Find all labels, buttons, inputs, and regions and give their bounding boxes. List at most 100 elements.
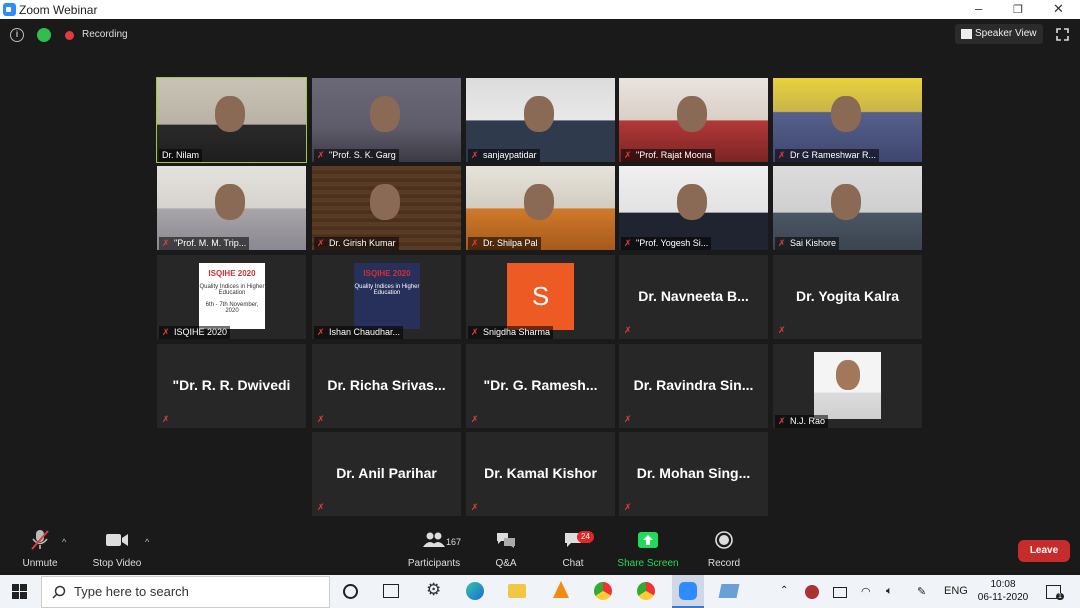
muted-mic-icon: ✗ — [471, 238, 479, 248]
participant-tile[interactable]: ✗ sanjaypatidar — [466, 78, 615, 162]
recording-label: Recording — [82, 29, 128, 40]
edge-browser-icon[interactable] — [466, 582, 484, 600]
participant-name: Dr G Rameshwar R... — [790, 150, 877, 160]
muted-mic-icon: ✗ — [471, 414, 479, 424]
volume-icon[interactable]: 🔈︎ — [886, 585, 893, 598]
participant-tile[interactable]: ✗ Sai Kishore — [773, 166, 922, 250]
participant-silhouette — [831, 184, 861, 220]
muted-mic-icon: ✗ — [778, 416, 786, 426]
participant-tile[interactable]: ✗ "Prof. S. K. Garg — [312, 78, 461, 162]
window-title: Zoom Webinar — [19, 3, 98, 17]
search-icon — [52, 585, 66, 599]
unmute-button[interactable]: Unmute — [0, 516, 80, 575]
participant-tile[interactable]: Dr. Richa Srivas... ✗ — [312, 344, 461, 428]
chat-button[interactable]: 24 Chat — [533, 516, 613, 575]
task-view-icon[interactable] — [383, 584, 399, 598]
restore-button[interactable]: ❐ — [1013, 3, 1023, 16]
participant-name: Sai Kishore — [790, 238, 837, 248]
meeting-area: i Recording Speaker View Dr. Nilam ✗ "Prof… — [0, 19, 1080, 575]
participant-tile[interactable]: ✗ "Prof. Rajat Moona — [619, 78, 768, 162]
qa-icon — [497, 533, 515, 548]
info-icon[interactable]: i — [10, 28, 24, 42]
speaker-view-button[interactable]: Speaker View — [955, 24, 1043, 44]
chat-badge: 24 — [577, 531, 594, 543]
taskbar-search-box[interactable]: Type here to search — [41, 576, 330, 608]
participant-tile[interactable]: Dr. Mohan Sing... ✗ — [619, 432, 768, 516]
participant-tile[interactable]: Dr. Anil Parihar ✗ — [312, 432, 461, 516]
meeting-toolbar: Unmute ^ Stop Video ^ 167 Participants Q… — [0, 516, 1080, 575]
avatar: S — [507, 263, 574, 330]
minimize-button[interactable]: – — [975, 1, 982, 16]
close-button[interactable]: ✕ — [1053, 1, 1064, 17]
participant-count: 167 — [446, 537, 462, 547]
participant-name-bar: ✗ "Prof. Rajat Moona — [621, 149, 715, 162]
leave-button[interactable]: Leave — [1018, 540, 1070, 562]
security-shield-icon[interactable] — [37, 28, 51, 42]
windows-start-icon[interactable] — [12, 584, 27, 599]
record-button[interactable]: Record — [684, 516, 764, 575]
participant-name: "Dr. G. Ramesh... — [483, 377, 598, 393]
muted-mic-icon: ✗ — [471, 502, 479, 512]
participant-name-bar: ✗ Dr G Rameshwar R... — [775, 149, 880, 162]
participants-icon — [423, 532, 445, 547]
muted-mic-icon: ✗ — [624, 502, 632, 512]
participant-tile[interactable]: Dr. Nilam — [156, 77, 307, 163]
muted-mic-icon: ✗ — [162, 327, 170, 337]
speaker-view-icon — [961, 29, 972, 39]
muted-mic-icon: ✗ — [317, 327, 325, 337]
participant-tile[interactable]: ✗ N.J. Rao — [773, 344, 922, 428]
file-explorer-icon[interactable] — [508, 584, 526, 598]
participant-tile[interactable]: ✗ "Prof. Yogesh Si... — [619, 166, 768, 250]
muted-mic-icon: ✗ — [317, 414, 325, 424]
poster-title: ISQIHE 2020 — [208, 269, 256, 278]
settings-gear-icon[interactable]: ⚙ — [426, 580, 444, 599]
cortana-icon[interactable] — [343, 584, 358, 599]
participant-tile[interactable]: ✗ Dr G Rameshwar R... — [773, 78, 922, 162]
participant-tile[interactable]: Dr. Yogita Kalra ✗ — [773, 255, 922, 339]
taskbar-clock[interactable]: 10:08 06-11-2020 — [965, 578, 1041, 604]
participants-button[interactable]: 167 Participants — [394, 516, 474, 575]
antivirus-tray-icon[interactable] — [805, 585, 819, 599]
muted-mic-icon: ✗ — [624, 414, 632, 424]
participant-tile[interactable]: ✗ "Prof. M. M. Trip... — [157, 166, 306, 250]
participant-tile[interactable]: Dr. Ravindra Sin... ✗ — [619, 344, 768, 428]
participant-name-bar: Dr. Nilam — [159, 149, 203, 162]
participant-tile[interactable]: ISQIHE 2020 Quality Indices in Higher Edu… — [157, 255, 306, 339]
share-screen-button[interactable]: Share Screen — [608, 516, 688, 575]
participant-silhouette — [215, 184, 245, 220]
zoom-app-icon — [3, 3, 16, 16]
participant-name: Dr. Richa Srivas... — [327, 377, 446, 393]
participant-tile[interactable]: Dr. Navneeta B... ✗ — [619, 255, 768, 339]
participant-tile[interactable]: S ✗ Snigdha Sharma — [466, 255, 615, 339]
clock-time: 10:08 — [990, 579, 1016, 590]
vlc-icon[interactable] — [553, 581, 569, 598]
record-icon — [715, 531, 733, 549]
participant-tile[interactable]: "Dr. G. Ramesh... ✗ — [466, 344, 615, 428]
audio-options-chevron-icon[interactable]: ^ — [62, 537, 66, 547]
participant-tile[interactable]: ✗ Dr. Girish Kumar — [312, 166, 461, 250]
muted-mic-icon: ✗ — [624, 150, 632, 160]
notification-count: 1 — [1056, 593, 1064, 600]
notepad-app-icon[interactable] — [718, 584, 740, 598]
muted-mic-icon: ✗ — [471, 150, 479, 160]
participant-name: Ishan Chaudhar... — [329, 327, 401, 337]
participant-name: Dr. Ravindra Sin... — [633, 377, 754, 393]
tray-expand-icon[interactable]: ⌃ — [780, 585, 788, 596]
participant-tile[interactable]: "Dr. R. R. Dwivedi ✗ — [157, 344, 306, 428]
chat-label: Chat — [562, 558, 584, 569]
participant-tile[interactable]: Dr. Kamal Kishor ✗ — [466, 432, 615, 516]
wifi-icon[interactable]: ◠ — [861, 585, 871, 598]
battery-icon[interactable] — [833, 587, 847, 598]
search-placeholder: Type here to search — [74, 584, 189, 599]
muted-mic-icon: ✗ — [317, 502, 325, 512]
chrome-profile-icon[interactable] — [637, 582, 655, 600]
participant-tile[interactable]: ISQIHE 2020 Quality Indices in Higher Edu… — [312, 255, 461, 339]
chrome-icon[interactable] — [594, 582, 612, 600]
poster-dates: 6th - 7th November, 2020 — [205, 302, 259, 314]
pen-icon[interactable]: ✎ — [917, 585, 926, 598]
participant-name: "Prof. Rajat Moona — [636, 150, 712, 160]
participant-name: Dr. Kamal Kishor — [484, 465, 597, 481]
fullscreen-icon[interactable] — [1056, 28, 1069, 41]
video-options-chevron-icon[interactable]: ^ — [145, 537, 149, 547]
participant-tile[interactable]: ✗ Dr. Shilpa Pal — [466, 166, 615, 250]
